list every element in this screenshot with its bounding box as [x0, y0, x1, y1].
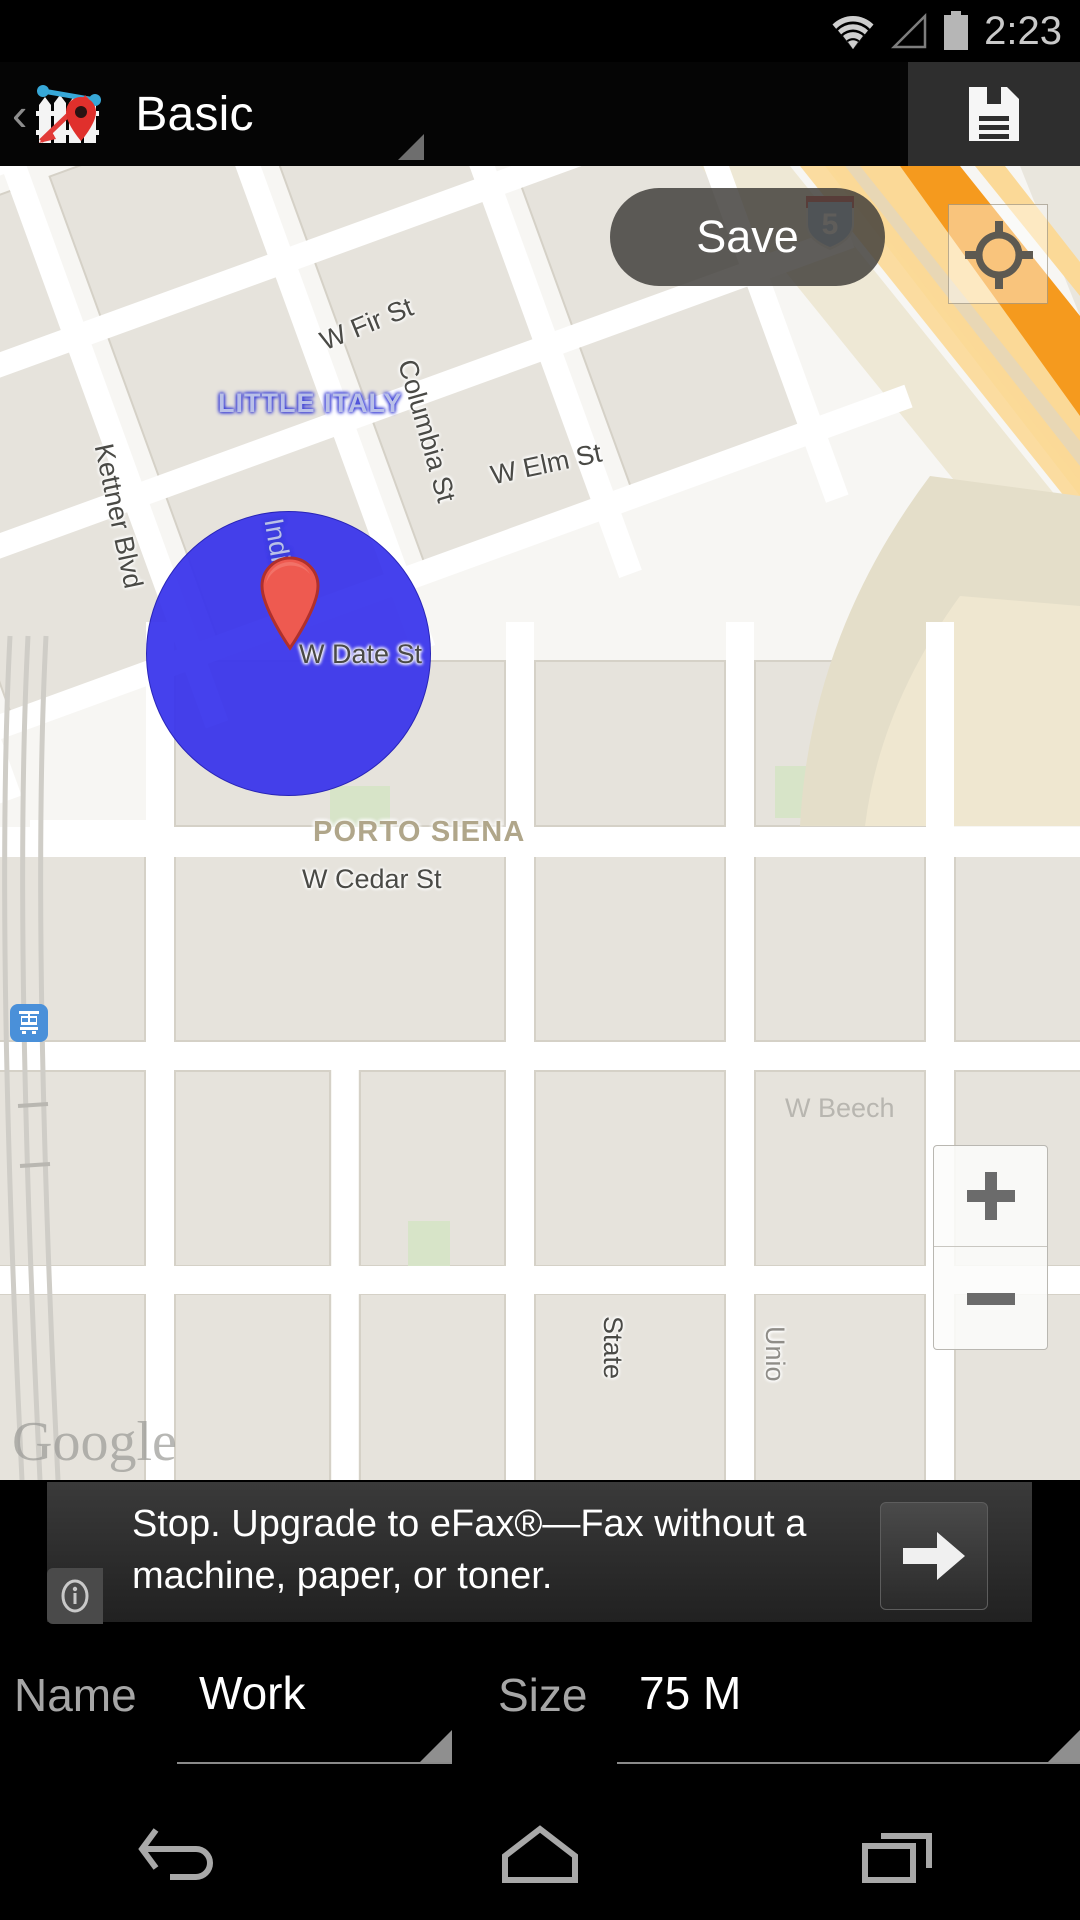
cell-signal-icon: [891, 12, 927, 49]
battery-icon: [944, 11, 969, 50]
ad-banner-text: Stop. Upgrade to eFax®—Fax without a mac…: [132, 1503, 807, 1597]
name-value: Work: [199, 1667, 306, 1719]
map-label-street: W Beech: [785, 1093, 895, 1123]
chevron-down-icon[interactable]: [398, 134, 424, 160]
map-tiles: [0, 166, 1080, 1480]
map-label-neighborhood: LITTLE ITALY: [218, 388, 403, 418]
map-view[interactable]: W Fir St Columbia St W Elm St Kettner Bl…: [0, 166, 1080, 1480]
save-toast-label: Save: [696, 211, 799, 262]
system-nav-bar: [0, 1790, 1080, 1920]
zoom-in-button[interactable]: [934, 1146, 1047, 1247]
crosshair-icon: [965, 221, 1033, 289]
info-icon: [61, 1579, 89, 1613]
action-bar-title-spinner[interactable]: ‹ Basic: [0, 62, 908, 166]
size-label: Size: [498, 1669, 588, 1721]
ad-banner-body[interactable]: Stop. Upgrade to eFax®—Fax without a mac…: [47, 1482, 1032, 1622]
status-bar: 2:23: [0, 0, 1080, 62]
my-location-button[interactable]: [948, 204, 1048, 304]
spinner-underline: [177, 1762, 452, 1764]
size-value: 75 M: [639, 1667, 742, 1719]
arrow-right-icon: [903, 1532, 965, 1580]
map-zoom-controls: [933, 1145, 1048, 1350]
recents-icon: [862, 1833, 932, 1883]
wifi-icon: [832, 16, 874, 49]
size-spinner[interactable]: 75 M: [617, 1662, 1080, 1764]
page-title: Basic: [135, 87, 254, 141]
chevron-down-icon[interactable]: [1048, 1730, 1080, 1762]
train-station-icon: [10, 1004, 48, 1042]
save-toast: Save: [610, 188, 885, 286]
map-label-street: Unio: [760, 1326, 790, 1382]
map-label-street: W Cedar St: [302, 864, 442, 894]
geofence-form-row: Name Work Size 75 M: [0, 1640, 1080, 1790]
spinner-underline: [617, 1762, 1080, 1764]
name-spinner[interactable]: Work: [177, 1662, 452, 1764]
action-bar: ‹ Basic: [0, 62, 1080, 166]
zoom-out-button[interactable]: [934, 1248, 1047, 1349]
map-label-neighborhood: PORTO SIENA: [313, 816, 526, 848]
map-label-street: State: [598, 1316, 628, 1380]
chevron-down-icon[interactable]: [420, 1730, 452, 1762]
status-bar-clock: 2:23: [984, 9, 1062, 53]
ad-cta-button[interactable]: [880, 1502, 988, 1610]
minus-icon: [966, 1292, 1015, 1305]
geofence-app-icon: [29, 75, 107, 153]
name-label: Name: [14, 1669, 137, 1721]
status-bar-icons: 2:23: [830, 0, 1062, 62]
home-icon: [502, 1825, 578, 1883]
nav-home-button[interactable]: [360, 1824, 720, 1886]
ad-info-button[interactable]: [47, 1568, 103, 1624]
plus-icon: [966, 1172, 1015, 1220]
phone-screen: 2:23 ‹ Basic W Fir St Columbia St W Elm …: [0, 0, 1080, 1920]
nav-back-button[interactable]: [0, 1824, 360, 1886]
floppy-save-icon: [969, 87, 1019, 141]
back-caret-icon[interactable]: ‹: [12, 91, 27, 137]
back-icon: [138, 1828, 213, 1880]
save-button[interactable]: [908, 62, 1080, 166]
location-pin-icon[interactable]: [258, 556, 322, 652]
ad-banner[interactable]: Stop. Upgrade to eFax®—Fax without a mac…: [0, 1480, 1080, 1640]
google-attribution: Google: [12, 1411, 177, 1473]
nav-recents-button[interactable]: [720, 1824, 1080, 1886]
